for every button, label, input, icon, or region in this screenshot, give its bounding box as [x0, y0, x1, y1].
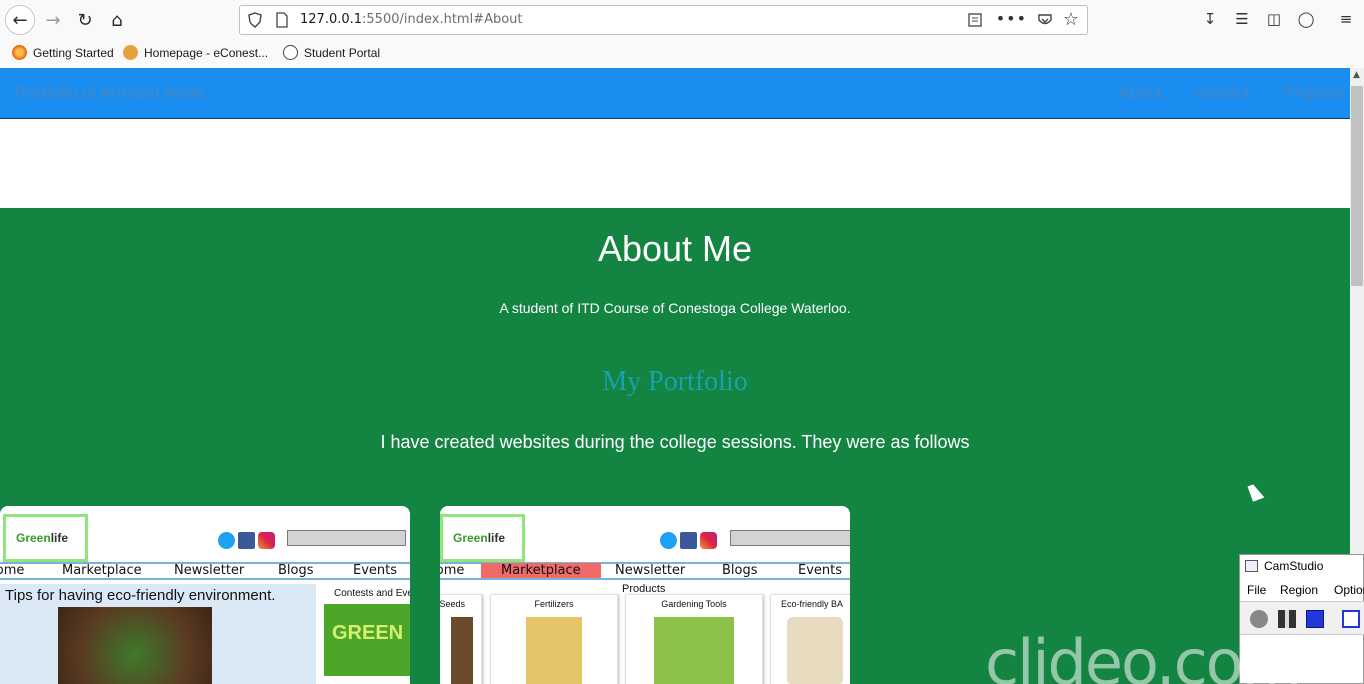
- portfolio-title: My Portfolio: [602, 366, 748, 397]
- menu-item-newsletter[interactable]: Newsletter: [615, 563, 685, 578]
- home-icon[interactable]: ⌂: [102, 5, 132, 35]
- portfolio-description: I have created websites during the colle…: [380, 432, 970, 452]
- menu-item-blogs[interactable]: Blogs: [722, 563, 758, 578]
- library-icon[interactable]: ☰: [1232, 9, 1252, 29]
- project-card-1[interactable]: Greenlife Home Marketplace Newsletter Bl…: [0, 506, 410, 684]
- contests-heading: Contests and Eve: [334, 588, 410, 599]
- scroll-up-icon[interactable]: ▲: [1353, 70, 1360, 80]
- bookmark-label: Homepage - eConest...: [144, 45, 269, 60]
- reader-view-icon[interactable]: [967, 12, 983, 28]
- cam-menu-option[interactable]: Option: [1334, 583, 1364, 597]
- facebook-icon[interactable]: [238, 532, 255, 549]
- tips-panel: Tips for having eco-friendly environment…: [0, 584, 316, 684]
- shield-icon[interactable]: [248, 12, 262, 28]
- product-card-seeds[interactable]: Seeds: [440, 594, 482, 684]
- download-icon[interactable]: ↧: [1200, 9, 1220, 29]
- hamburger-menu-icon[interactable]: ≡: [1336, 9, 1356, 29]
- bookmark-getting-started[interactable]: Getting Started: [12, 45, 114, 60]
- search-input[interactable]: [730, 530, 850, 546]
- url-bar[interactable]: 127.0.0.1:5500/index.html#About ••• ☆: [239, 5, 1088, 35]
- econestoga-icon: [123, 45, 138, 60]
- nav-link-contact[interactable]: contact: [1195, 83, 1250, 103]
- more-actions-icon[interactable]: •••: [996, 9, 1027, 28]
- plants-in-hands-image: [58, 607, 212, 684]
- menu-item-marketplace[interactable]: Marketplace: [481, 563, 601, 578]
- seeds-image: [451, 617, 473, 684]
- bookmark-star-icon[interactable]: ☆: [1063, 9, 1079, 30]
- site-menu: Home Marketplace Newsletter Blogs Events: [440, 563, 850, 580]
- menu-item-newsletter[interactable]: Newsletter: [174, 563, 244, 578]
- menu-item-home[interactable]: Home: [0, 563, 24, 578]
- stop-icon[interactable]: [1306, 610, 1324, 628]
- menu-item-events[interactable]: Events: [353, 563, 397, 578]
- eco-bag-image: [787, 617, 843, 684]
- scroll-thumb[interactable]: [1351, 86, 1363, 286]
- greenlife-logo: Greenlife: [3, 514, 88, 562]
- product-card-fertilizers[interactable]: Fertilizers: [490, 594, 618, 684]
- bookmark-econestoga[interactable]: Homepage - eConest...: [123, 45, 268, 60]
- bookmarks-bar: Getting Started Homepage - eConest... St…: [0, 40, 1364, 68]
- clideo-watermark: clideo.com: [985, 626, 1302, 684]
- product-card-eco-bag[interactable]: Eco-friendly BA: [770, 594, 850, 684]
- twitter-icon[interactable]: [660, 532, 677, 549]
- product-label: Seeds: [440, 599, 465, 609]
- camstudio-title: CamStudio: [1264, 559, 1324, 573]
- page-viewport: Portfolio of Armaan Rana About contact P…: [0, 68, 1350, 684]
- nav-link-about[interactable]: About: [1118, 83, 1162, 103]
- product-label: Gardening Tools: [661, 599, 727, 609]
- site-menu: Home Marketplace Newsletter Blogs Events: [0, 563, 410, 580]
- product-label: Eco-friendly BA: [781, 599, 844, 609]
- bookmark-label: Getting Started: [33, 45, 114, 60]
- menu-item-marketplace[interactable]: Marketplace: [62, 563, 142, 578]
- gardening-tools-image: [654, 617, 734, 684]
- product-label: Fertilizers: [534, 599, 574, 609]
- greenlife-logo: Greenlife: [440, 514, 525, 562]
- url-text[interactable]: 127.0.0.1:5500/index.html#About: [300, 12, 523, 27]
- contest-image: GREEN: [324, 604, 410, 676]
- region-icon[interactable]: [1342, 610, 1360, 628]
- url-host: 127.0.0.1: [300, 12, 363, 27]
- camstudio-app-icon: [1245, 560, 1258, 572]
- facebook-icon[interactable]: [680, 532, 697, 549]
- twitter-icon[interactable]: [218, 532, 235, 549]
- about-subtitle: A student of ITD Course of Conestoga Col…: [499, 300, 851, 316]
- sidebar-icon[interactable]: ◫: [1264, 9, 1284, 29]
- product-card-gardening-tools[interactable]: Gardening Tools: [625, 594, 763, 684]
- browser-toolbar: ← → ↻ ⌂ 127.0.0.1:5500/index.html#About …: [0, 0, 1364, 40]
- menu-item-blogs[interactable]: Blogs: [278, 563, 314, 578]
- fertilizer-bag-image: [526, 617, 582, 684]
- project-card-2[interactable]: Greenlife Home Marketplace Newsletter Bl…: [440, 506, 850, 684]
- page-info-icon[interactable]: [275, 12, 289, 28]
- logo-text: Greenlife: [16, 531, 69, 545]
- menu-item-home[interactable]: Home: [440, 563, 464, 578]
- forward-arrow-icon[interactable]: →: [38, 5, 68, 35]
- cam-menu-file[interactable]: File: [1247, 583, 1266, 597]
- globe-icon: [283, 45, 298, 60]
- url-path: :5500/index.html#About: [362, 12, 523, 27]
- about-title: About Me: [597, 228, 753, 269]
- bookmark-label: Student Portal: [304, 45, 381, 60]
- pocket-icon[interactable]: [1037, 12, 1053, 28]
- firefox-icon: [12, 45, 27, 60]
- back-arrow-icon[interactable]: ←: [5, 5, 35, 35]
- instagram-icon[interactable]: [258, 532, 275, 549]
- reload-icon[interactable]: ↻: [70, 5, 100, 35]
- site-navbar: Portfolio of Armaan Rana About contact P…: [0, 68, 1350, 119]
- logo-text: Greenlife: [453, 531, 506, 545]
- search-input[interactable]: [287, 530, 406, 546]
- cam-menu-region[interactable]: Region: [1280, 583, 1318, 597]
- menu-item-events[interactable]: Events: [798, 563, 842, 578]
- nav-link-projects[interactable]: Projects: [1283, 83, 1344, 103]
- site-brand[interactable]: Portfolio of Armaan Rana: [15, 83, 205, 103]
- account-icon[interactable]: ◯: [1296, 9, 1316, 29]
- bookmark-student-portal[interactable]: Student Portal: [283, 45, 380, 60]
- tips-heading: Tips for having eco-friendly environment…: [5, 587, 276, 604]
- instagram-icon[interactable]: [700, 532, 717, 549]
